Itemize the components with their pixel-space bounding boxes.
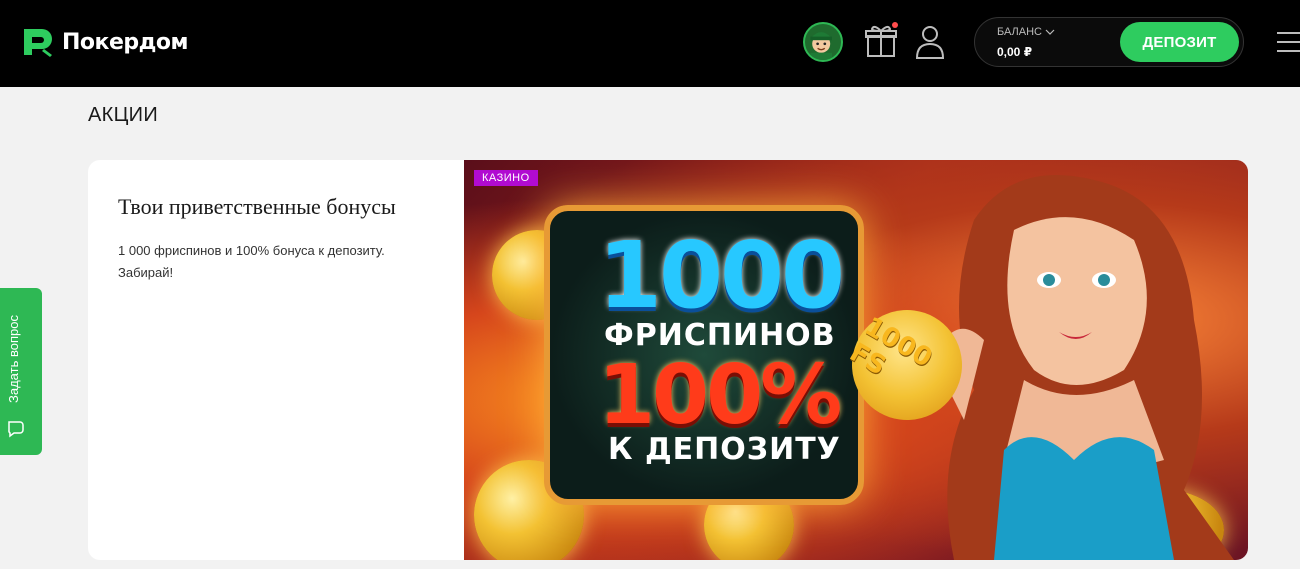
promo-banner[interactable]: 1000 ФРИСПИНОВ 100% К ДЕПОЗИТУ 1000 FS К… <box>464 160 1248 560</box>
user-icon <box>915 26 945 59</box>
ask-question-label: Задать вопрос <box>6 315 21 403</box>
banner-headline-percent: 100% <box>598 348 842 443</box>
deposit-button[interactable]: ДЕПОЗИТ <box>1120 22 1239 62</box>
ask-question-tab[interactable]: Задать вопрос <box>0 288 42 455</box>
promo-text: Твои приветственные бонусы 1 000 фриспин… <box>118 194 438 284</box>
chevron-down-icon <box>1045 29 1055 35</box>
category-badge: КАЗИНО <box>474 170 538 186</box>
balance-label: БАЛАНС <box>997 26 1042 38</box>
menu-button[interactable] <box>1277 32 1300 54</box>
notification-dot <box>892 22 898 28</box>
banner-headline-number: 1000 <box>598 222 845 329</box>
promo-title: Твои приветственные бонусы <box>118 194 396 219</box>
banner-headline-line2: К ДЕПОЗИТУ <box>608 432 841 467</box>
promo-description: 1 000 фриспинов и 100% бонуса к депозиту… <box>118 243 385 280</box>
balance-value: 0,00 ₽ <box>997 45 1033 59</box>
avatar-icon <box>810 32 832 60</box>
menu-icon <box>1277 32 1300 52</box>
pokerdom-logo-icon <box>24 29 52 57</box>
chat-icon <box>8 421 24 438</box>
promo-card[interactable]: Твои приветственные бонусы 1 000 фриспин… <box>88 160 1248 560</box>
page-title: АКЦИИ <box>88 104 159 126</box>
gift-button[interactable] <box>864 22 898 60</box>
brand-logo[interactable]: Покердом <box>22 27 189 57</box>
top-header: Покердом БАЛАНС 0,00 ₽ ДЕПОЗИТ <box>0 0 1300 87</box>
balance-panel: БАЛАНС 0,00 ₽ ДЕПОЗИТ <box>974 17 1244 67</box>
brand-name: Покердом <box>62 29 189 55</box>
avatar[interactable] <box>803 22 843 62</box>
balance-dropdown[interactable]: БАЛАНС <box>997 26 1055 38</box>
user-button[interactable] <box>914 24 946 60</box>
